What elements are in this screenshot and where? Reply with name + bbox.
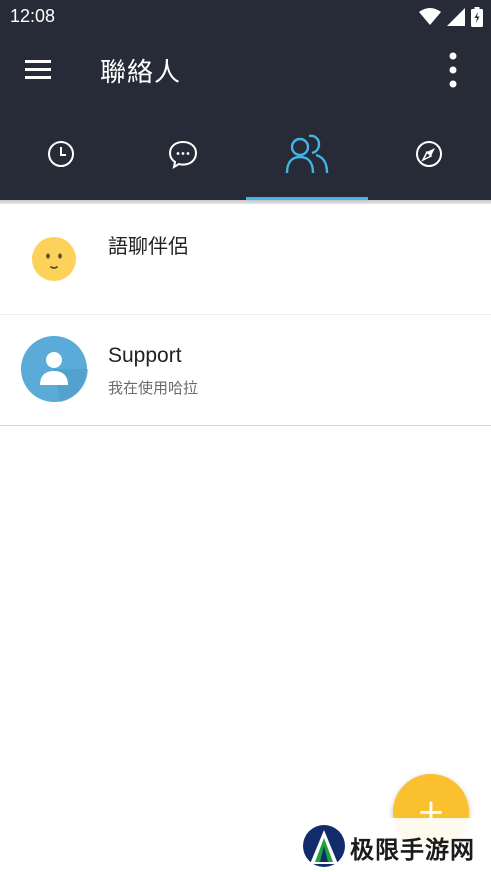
wifi-icon [419, 8, 441, 25]
tab-discover[interactable] [368, 108, 490, 200]
contact-name: 語聊伴侶 [108, 234, 188, 258]
watermark-logo-icon [303, 825, 345, 867]
watermark: 极限手游网 [294, 818, 491, 872]
clock-icon [48, 141, 74, 167]
app-bar: 聯絡人 [0, 34, 491, 108]
contact-name: Support [108, 344, 182, 367]
contact-row[interactable]: 語聊伴侶 [0, 204, 491, 314]
tab-recent[interactable] [0, 108, 122, 200]
chat-bubble-icon [168, 140, 198, 170]
compass-icon [416, 141, 442, 167]
tab-chats[interactable] [122, 108, 244, 200]
status-time: 12:08 [10, 6, 56, 26]
person-icon [21, 336, 88, 402]
battery-icon [471, 7, 483, 27]
tab-contacts[interactable] [246, 108, 368, 200]
people-icon [285, 134, 329, 174]
status-icons [419, 7, 483, 27]
tab-bar [0, 108, 491, 200]
cell-signal-icon [447, 8, 465, 26]
status-bar: 12:08 [0, 0, 491, 34]
more-options-icon[interactable] [440, 50, 466, 90]
contact-row[interactable]: Support 我在使用哈拉 [0, 314, 491, 426]
neutral-face-icon [32, 237, 76, 281]
watermark-text: 极限手游网 [350, 835, 475, 864]
menu-icon[interactable] [22, 56, 54, 84]
contact-status: 我在使用哈拉 [108, 379, 199, 397]
page-title: 聯絡人 [100, 58, 182, 88]
